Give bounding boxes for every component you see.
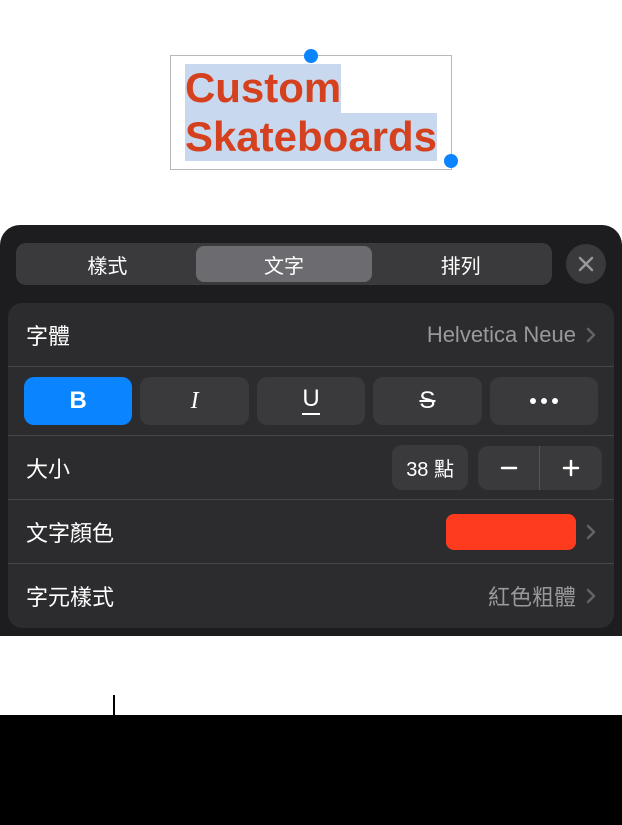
strike-glyph: S xyxy=(419,387,435,415)
close-button[interactable] xyxy=(566,244,606,284)
more-styles-button[interactable] xyxy=(490,377,598,425)
color-swatch[interactable] xyxy=(446,514,576,550)
size-row: 大小 38 點 xyxy=(8,436,614,500)
selection-handle-bottom-right[interactable] xyxy=(444,154,458,168)
text-style-row: B I U S xyxy=(8,367,614,436)
tab-arrange[interactable]: 排列 xyxy=(372,246,549,282)
size-increment-button[interactable] xyxy=(540,446,602,490)
close-icon xyxy=(578,256,594,272)
selected-text-box[interactable]: Custom Skateboards xyxy=(170,55,452,170)
tab-segmented-control: 樣式 文字 排列 xyxy=(16,243,552,285)
format-panel: 樣式 文字 排列 字體 Helvetica Neue B I U S 大小 xyxy=(0,225,622,636)
tab-text[interactable]: 文字 xyxy=(196,246,373,282)
callout-background xyxy=(0,715,622,825)
text-line-1: Custom xyxy=(185,64,341,112)
size-stepper xyxy=(478,446,602,490)
font-value: Helvetica Neue xyxy=(427,322,576,348)
font-row[interactable]: 字體 Helvetica Neue xyxy=(8,303,614,367)
settings-list: 字體 Helvetica Neue B I U S 大小 38 點 xyxy=(8,303,614,628)
character-style-label: 字元樣式 xyxy=(26,580,488,612)
plus-icon xyxy=(561,458,581,478)
chevron-right-icon xyxy=(586,327,596,343)
chevron-right-icon xyxy=(586,524,596,540)
italic-button[interactable]: I xyxy=(140,377,248,425)
callout-pointer-line xyxy=(113,695,115,825)
underline-glyph: U xyxy=(302,387,319,415)
text-color-row[interactable]: 文字顏色 xyxy=(8,500,614,564)
selection-handle-top[interactable] xyxy=(304,49,318,63)
text-line-2: Skateboards xyxy=(185,113,437,161)
character-style-value: 紅色粗體 xyxy=(488,580,576,612)
underline-button[interactable]: U xyxy=(257,377,365,425)
canvas-area: Custom Skateboards xyxy=(0,0,622,225)
size-label: 大小 xyxy=(26,452,392,484)
bold-button[interactable]: B xyxy=(24,377,132,425)
panel-header: 樣式 文字 排列 xyxy=(0,225,622,303)
strikethrough-button[interactable]: S xyxy=(373,377,481,425)
tab-style[interactable]: 樣式 xyxy=(19,246,196,282)
minus-icon xyxy=(499,458,519,478)
text-content[interactable]: Custom Skateboards xyxy=(185,64,437,161)
size-value[interactable]: 38 點 xyxy=(392,445,468,490)
ellipsis-icon xyxy=(530,398,558,404)
size-decrement-button[interactable] xyxy=(478,446,540,490)
chevron-right-icon xyxy=(586,588,596,604)
character-style-row[interactable]: 字元樣式 紅色粗體 xyxy=(8,564,614,628)
text-color-label: 文字顏色 xyxy=(26,516,446,548)
font-label: 字體 xyxy=(26,319,427,351)
